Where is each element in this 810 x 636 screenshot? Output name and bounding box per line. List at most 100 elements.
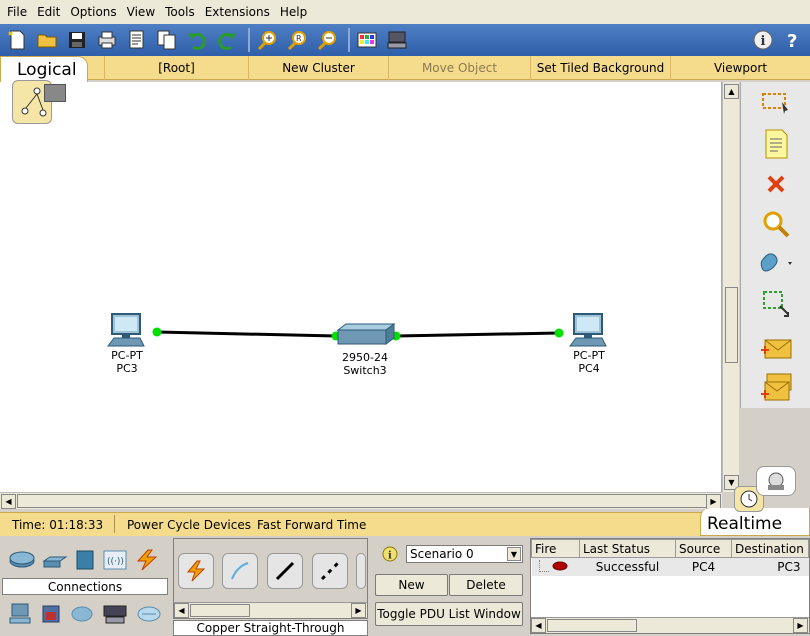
console-cable-icon[interactable] xyxy=(222,553,258,589)
print-icon[interactable] xyxy=(94,27,120,53)
fire-indicator-icon[interactable] xyxy=(552,561,568,571)
wan-emulation-icon[interactable] xyxy=(70,603,94,625)
vertical-scrollbar[interactable]: ▲ ▼ xyxy=(722,82,739,492)
delete-icon[interactable] xyxy=(741,164,810,204)
move-object-button[interactable]: Move Object xyxy=(388,56,530,80)
pdu-scrollbar[interactable]: ◀ ▶ xyxy=(531,617,809,633)
menu-options[interactable]: Options xyxy=(65,5,121,19)
menu-tools[interactable]: Tools xyxy=(160,5,200,19)
realtime-label: Realtime xyxy=(707,514,783,534)
device-pc3[interactable]: PC-PT PC3 xyxy=(102,312,152,375)
cluster-thumbnail-icon[interactable] xyxy=(44,84,66,102)
logical-tab[interactable]: Logical xyxy=(0,56,88,82)
menu-file[interactable]: File xyxy=(2,5,32,19)
note-icon[interactable] xyxy=(741,124,810,164)
scenario-info-icon[interactable]: i xyxy=(382,546,398,565)
copy-icon[interactable] xyxy=(154,27,180,53)
scroll-left-button[interactable]: ◀ xyxy=(1,494,16,509)
device-category-row: ((·)) xyxy=(8,544,168,576)
add-simple-pdu-icon[interactable] xyxy=(741,328,810,368)
custom-device-icon[interactable] xyxy=(384,27,410,53)
table-row[interactable]: Successful PC4 PC3 xyxy=(531,557,809,576)
scenario-select[interactable]: Scenario 0 ▼ xyxy=(406,545,523,563)
resize-shape-icon[interactable] xyxy=(741,284,810,324)
scroll-right-button[interactable]: ▶ xyxy=(351,603,366,618)
inspect-icon[interactable] xyxy=(741,204,810,244)
tiled-background-button[interactable]: Set Tiled Background xyxy=(530,56,670,80)
toggle-pdu-list-button[interactable]: Toggle PDU List Window xyxy=(375,602,523,626)
switch-category-icon[interactable] xyxy=(42,549,68,571)
menu-bar: File Edit Options View Tools Extensions … xyxy=(0,0,810,24)
palette-icon[interactable] xyxy=(354,27,380,53)
multiuser-icon[interactable] xyxy=(136,603,162,625)
device-switch3[interactable]: 2950-24 Switch3 xyxy=(334,322,396,377)
pdu-scroll-thumb[interactable] xyxy=(547,619,637,632)
menu-extensions[interactable]: Extensions xyxy=(200,5,275,19)
root-button[interactable]: [Root] xyxy=(104,56,248,80)
simulation-mode-icon[interactable] xyxy=(756,466,796,496)
horizontal-scroll-thumb[interactable] xyxy=(17,494,709,508)
open-folder-icon[interactable] xyxy=(34,27,60,53)
link-pc3-switch3[interactable] xyxy=(156,330,337,338)
new-file-icon[interactable] xyxy=(4,27,30,53)
device-pc4[interactable]: PC-PT PC4 xyxy=(564,312,614,375)
router-category-icon[interactable] xyxy=(8,549,36,571)
custom-devices-icon[interactable] xyxy=(102,602,128,626)
end-devices-icon[interactable] xyxy=(8,602,32,626)
help-icon[interactable]: ? xyxy=(780,27,806,53)
vertical-scroll-thumb[interactable] xyxy=(725,287,738,363)
menu-view[interactable]: View xyxy=(122,5,160,19)
device-name-label: Switch3 xyxy=(343,364,387,377)
fiber-cable-icon[interactable] xyxy=(356,553,366,589)
security-icon[interactable] xyxy=(40,602,62,626)
column-destination[interactable]: Destination xyxy=(731,539,809,558)
zoom-in-icon[interactable] xyxy=(254,27,280,53)
new-scenario-button[interactable]: New xyxy=(375,574,448,596)
select-icon[interactable] xyxy=(741,82,810,122)
info-icon[interactable]: i xyxy=(750,27,776,53)
zoom-reset-icon[interactable]: R xyxy=(284,27,310,53)
auto-connection-icon[interactable] xyxy=(178,553,214,589)
realtime-tab[interactable]: Realtime xyxy=(700,508,810,536)
fire-cell[interactable] xyxy=(532,558,580,576)
column-last-status[interactable]: Last Status xyxy=(579,539,676,558)
chevron-down-icon[interactable]: ▼ xyxy=(507,547,521,561)
power-cycle-button[interactable]: Power Cycle Devices xyxy=(127,518,251,532)
hub-category-icon[interactable] xyxy=(74,549,96,571)
scroll-right-button[interactable]: ▶ xyxy=(793,618,808,633)
device-model-label: 2950-24 xyxy=(342,351,388,364)
workspace-canvas[interactable]: PC-PT PC3 2950-24 Switch3 PC-PT PC4 xyxy=(0,82,722,492)
scroll-left-button[interactable]: ◀ xyxy=(174,603,189,618)
crossover-cable-icon[interactable] xyxy=(312,553,348,589)
undo-icon[interactable] xyxy=(184,27,210,53)
horizontal-scrollbar[interactable]: ◀ ▶ xyxy=(0,492,722,509)
link-switch3-pc4[interactable] xyxy=(395,331,560,338)
add-complex-pdu-icon[interactable] xyxy=(741,368,810,408)
viewport-button[interactable]: Viewport xyxy=(670,56,810,80)
column-source[interactable]: Source xyxy=(675,539,732,558)
menu-edit[interactable]: Edit xyxy=(32,5,65,19)
activity-wizard-icon[interactable] xyxy=(124,27,150,53)
column-fire[interactable]: Fire xyxy=(531,539,580,558)
pdu-table: Fire Last Status Source Destination Succ… xyxy=(531,539,809,576)
redo-icon[interactable] xyxy=(214,27,240,53)
scroll-up-button[interactable]: ▲ xyxy=(724,84,739,99)
scroll-right-button[interactable]: ▶ xyxy=(706,494,721,509)
svg-text:R: R xyxy=(296,34,302,43)
save-icon[interactable] xyxy=(64,27,90,53)
wireless-category-icon[interactable]: ((·)) xyxy=(102,549,128,571)
link-light xyxy=(152,327,162,337)
connections-category-icon[interactable] xyxy=(134,548,160,572)
straight-through-cable-icon[interactable] xyxy=(267,553,303,589)
new-cluster-button[interactable]: New Cluster xyxy=(248,56,388,80)
zoom-out-icon[interactable] xyxy=(314,27,340,53)
draw-shape-icon[interactable] xyxy=(741,244,810,284)
scroll-left-button[interactable]: ◀ xyxy=(531,618,546,633)
menu-help[interactable]: Help xyxy=(275,5,312,19)
cable-scrollbar[interactable]: ◀ ▶ xyxy=(174,602,367,618)
cable-selection-panel: ◀ ▶ xyxy=(173,538,368,619)
fast-forward-button[interactable]: Fast Forward Time xyxy=(257,518,366,532)
delete-scenario-button[interactable]: Delete xyxy=(449,574,523,596)
svg-text:i: i xyxy=(761,34,766,49)
cable-scroll-thumb[interactable] xyxy=(190,604,250,617)
